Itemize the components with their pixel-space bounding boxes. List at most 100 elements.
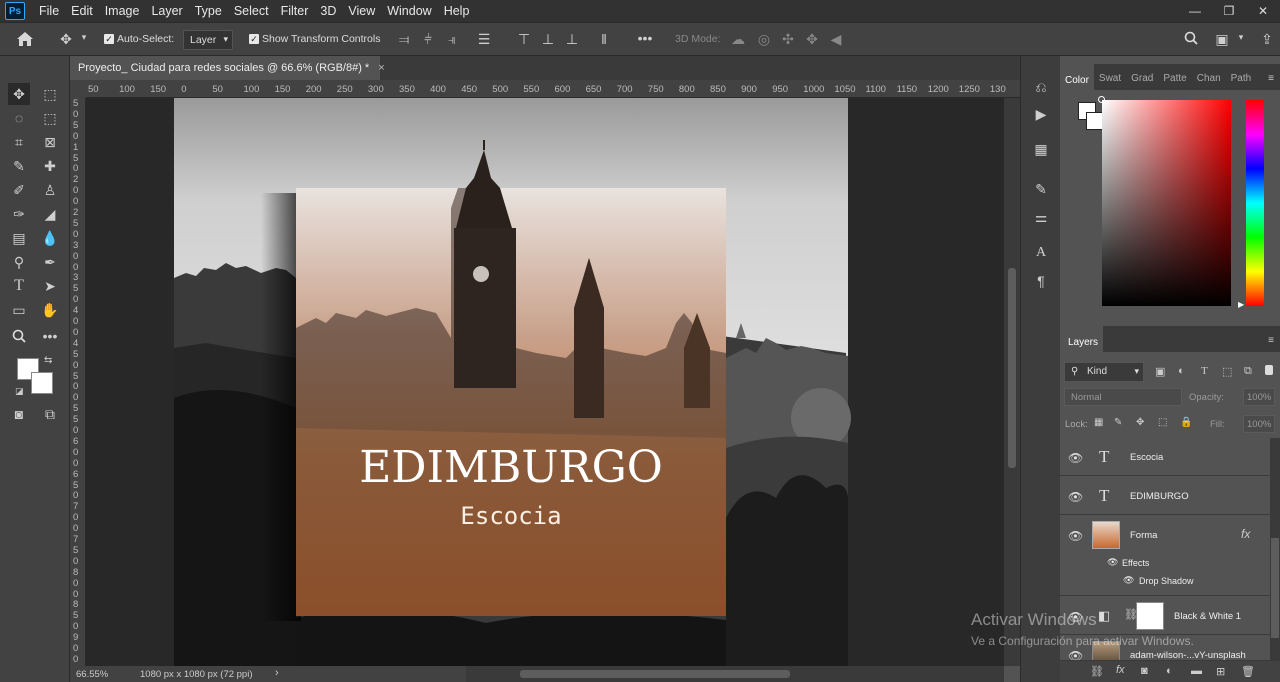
visibility-eye-icon[interactable]: 👁 <box>1107 557 1118 568</box>
layers-scroll-thumb[interactable] <box>1271 538 1279 638</box>
link-layers-icon[interactable]: ⛓ <box>1090 665 1104 678</box>
type-tool-icon[interactable]: T <box>8 275 30 297</box>
blend-mode-dropdown[interactable]: Normal <box>1064 388 1182 406</box>
share-icon[interactable]: ⇪ <box>1258 31 1276 48</box>
3d-roll-icon[interactable]: ◎ <box>755 31 773 48</box>
lock-all-icon[interactable]: 🔒 <box>1180 417 1192 428</box>
workspace-icon[interactable]: ▣ <box>1212 31 1232 48</box>
new-adjustment-icon[interactable]: ◐ <box>1166 665 1173 677</box>
home-icon[interactable] <box>16 31 36 47</box>
layer-row-edimburgo[interactable]: 👁 T EDIMBURGO <box>1060 477 1270 515</box>
menu-3d[interactable]: 3D <box>314 4 342 18</box>
delete-layer-icon[interactable]: 🗑 <box>1241 665 1255 678</box>
fx-badge[interactable]: fx <box>1241 527 1250 541</box>
lock-image-icon[interactable]: ✎ <box>1114 417 1122 428</box>
add-mask-icon[interactable]: ◙ <box>1141 665 1148 677</box>
history-panel-icon[interactable]: ⎌ <box>1030 76 1052 98</box>
3d-camera-icon[interactable]: ◀ <box>827 31 845 48</box>
dodge-tool-icon[interactable]: ⚲ <box>8 251 30 273</box>
menu-file[interactable]: File <box>33 4 65 18</box>
menu-layer[interactable]: Layer <box>145 4 188 18</box>
edit-toolbar-icon[interactable]: ••• <box>39 325 61 347</box>
tab-color[interactable]: Color <box>1060 64 1094 90</box>
horizontal-ruler[interactable]: 50 100 150 0 50 100 150 200 250 300 350 400 450 500 55… <box>86 80 1020 98</box>
opacity-field[interactable]: 100% <box>1243 388 1275 406</box>
menu-filter[interactable]: Filter <box>275 4 315 18</box>
default-colors-icon[interactable]: ◪ <box>15 386 24 397</box>
lock-pixels-icon[interactable]: ▦ <box>1094 417 1103 428</box>
new-group-icon[interactable]: ▬ <box>1191 665 1202 677</box>
close-tab-icon[interactable]: × <box>378 62 384 74</box>
vertical-ruler[interactable]: 5050150200250300350400450500550600650700… <box>70 98 86 666</box>
filter-smart-object-icon[interactable]: ⧉ <box>1244 365 1252 378</box>
background-color-swatch[interactable] <box>31 372 53 394</box>
panel-menu-icon[interactable]: ≡ <box>1262 73 1280 90</box>
panel-menu-icon[interactable]: ≡ <box>1262 335 1280 352</box>
paragraph-panel-icon[interactable]: ¶ <box>1030 270 1052 292</box>
visibility-eye-icon[interactable]: 👁 <box>1123 575 1134 586</box>
auto-select-dropdown[interactable]: Layer ▾ <box>183 30 233 50</box>
blur-tool-icon[interactable]: 💧 <box>39 227 61 249</box>
align-right-icon[interactable]: ⫣ <box>444 31 460 48</box>
lock-position-icon[interactable]: ✥ <box>1136 417 1144 428</box>
tab-paths[interactable]: Path <box>1226 73 1257 90</box>
adjustments-panel-icon[interactable]: ⚌ <box>1030 206 1052 228</box>
distribute-vertical-icon[interactable]: ‖ <box>596 31 612 47</box>
hue-slider[interactable] <box>1246 100 1264 306</box>
visibility-eye-icon[interactable]: 👁 <box>1068 451 1083 465</box>
history-brush-tool-icon[interactable]: ✑ <box>8 203 30 225</box>
align-top-icon[interactable]: ⊤ <box>516 31 532 48</box>
filter-type-icon[interactable]: T <box>1201 365 1208 377</box>
lock-artboard-icon[interactable]: ⬚ <box>1158 417 1167 428</box>
new-layer-icon[interactable]: ⊞ <box>1216 665 1225 678</box>
color-field[interactable] <box>1098 96 1231 306</box>
canvas-area[interactable]: EDIMBURGO Escocia <box>86 98 1004 666</box>
tab-gradients[interactable]: Grad <box>1126 73 1158 90</box>
move-tool-icon[interactable]: ✥ <box>56 31 76 48</box>
add-style-icon[interactable]: fx <box>1116 664 1125 676</box>
tab-patterns[interactable]: Patte <box>1158 73 1191 90</box>
3d-slide-icon[interactable]: ✥ <box>803 31 821 48</box>
crop-tool-icon[interactable]: ⌗ <box>8 131 30 153</box>
chevron-right-icon[interactable]: › <box>275 667 279 679</box>
brush-tool-icon[interactable]: ✐ <box>8 179 30 201</box>
color-picker-cursor[interactable] <box>1098 96 1105 103</box>
document-tab[interactable]: Proyecto_ Ciudad para redes sociales @ 6… <box>70 56 385 80</box>
menu-window[interactable]: Window <box>381 4 437 18</box>
chevron-down-icon[interactable]: ▾ <box>1236 32 1246 43</box>
object-select-tool-icon[interactable]: ⬚ <box>39 107 61 129</box>
align-left-icon[interactable]: ⫤ <box>396 31 412 48</box>
tab-swatches[interactable]: Swat <box>1094 73 1126 90</box>
layer-filter-dropdown[interactable]: ⚲ Kind ▾ <box>1064 362 1144 382</box>
vertical-scrollbar[interactable] <box>1004 98 1020 666</box>
swap-colors-icon[interactable]: ⇆ <box>44 355 52 366</box>
marquee-tool-icon[interactable]: ⬚ <box>39 83 61 105</box>
path-selection-tool-icon[interactable]: ➤ <box>39 275 61 297</box>
auto-select-checkbox[interactable]: ✓ <box>104 34 114 44</box>
healing-brush-tool-icon[interactable]: ✚ <box>39 155 61 177</box>
hue-slider-handle[interactable]: ▶ <box>1238 300 1244 309</box>
close-window-button[interactable]: ✕ <box>1246 0 1280 22</box>
tab-layers[interactable]: Layers <box>1060 326 1104 352</box>
character-panel-icon[interactable]: A <box>1030 242 1052 264</box>
eraser-tool-icon[interactable]: ◢ <box>39 203 61 225</box>
gradient-tool-icon[interactable]: ▤ <box>8 227 30 249</box>
show-transform-checkbox[interactable]: ✓ <box>249 34 259 44</box>
fill-field[interactable]: 100% <box>1243 415 1275 433</box>
frame-tool-icon[interactable]: ⊠ <box>39 131 61 153</box>
filter-pixel-icon[interactable]: ▣ <box>1155 365 1165 378</box>
layers-scrollbar[interactable] <box>1270 438 1280 668</box>
align-hcenter-icon[interactable]: ⫩ <box>420 31 436 48</box>
chevron-down-icon[interactable]: ▾ <box>78 32 90 43</box>
libraries-panel-icon[interactable]: ▦ <box>1030 138 1052 160</box>
rectangle-tool-icon[interactable]: ▭ <box>8 299 30 321</box>
quick-mask-icon[interactable]: ◙ <box>8 403 30 425</box>
menu-image[interactable]: Image <box>99 4 146 18</box>
brush-settings-icon[interactable]: ✎ <box>1030 178 1052 200</box>
move-tool-icon[interactable]: ✥ <box>8 83 30 105</box>
zoom-level[interactable]: 66.55% <box>76 669 108 680</box>
layer-row-escocia[interactable]: 👁 T Escocia <box>1060 438 1270 476</box>
menu-edit[interactable]: Edit <box>65 4 99 18</box>
vertical-scroll-thumb[interactable] <box>1008 268 1016 468</box>
align-bottom-icon[interactable]: ⊥ <box>564 31 580 48</box>
